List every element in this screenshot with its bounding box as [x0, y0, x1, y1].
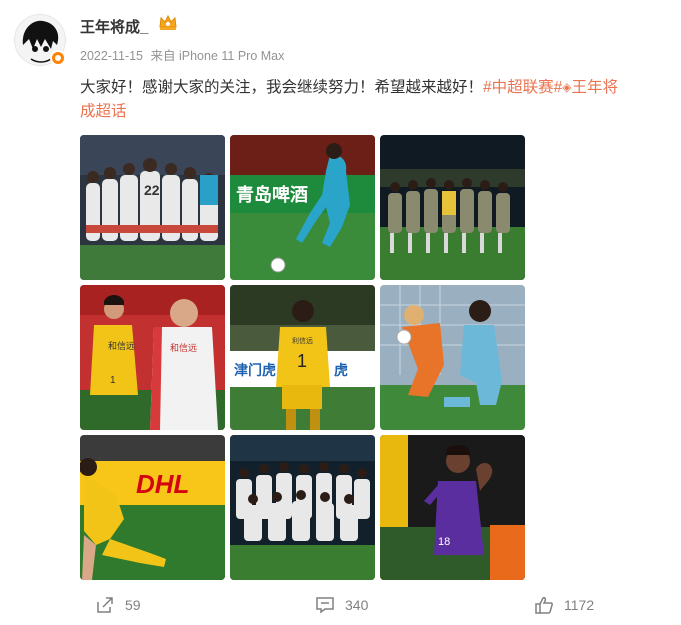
svg-text:1: 1: [110, 375, 116, 386]
super-topic-icon: ◈: [562, 80, 572, 94]
hashtag-link[interactable]: #中超联赛#: [483, 79, 562, 96]
svg-text:利信远: 利信远: [292, 336, 313, 345]
share-count: 59: [125, 597, 141, 613]
post-date[interactable]: 2022-11-15: [80, 49, 143, 63]
photo-7[interactable]: DHL: [80, 435, 225, 580]
crown-vip-icon: [159, 14, 177, 30]
photo-4[interactable]: 和信远 1 和信远: [80, 285, 225, 430]
verified-badge-icon: [50, 50, 66, 66]
post-text: 大家好！感谢大家的关注，我会继续努力！希望越来越好！#中超联赛#◈王年将 成超话: [80, 75, 670, 124]
share-icon: [97, 597, 113, 613]
svg-text:1: 1: [297, 351, 307, 371]
like-count: 1172: [564, 597, 595, 613]
thumbs-up-icon: [535, 597, 553, 614]
image-grid: 22 青岛啤酒 和信远 1 和信远 津门虎 虎 利信远 1 DHL 18: [80, 135, 526, 581]
svg-text:虎: 虎: [334, 362, 348, 379]
photo-1[interactable]: 22: [80, 135, 225, 280]
photo-3[interactable]: [380, 135, 525, 280]
photo-9[interactable]: 18: [380, 435, 525, 580]
post-source: 来自 iPhone 11 Pro Max: [150, 49, 285, 63]
photo-5[interactable]: 津门虎 虎 利信远 1: [230, 285, 375, 430]
share-button[interactable]: 59: [95, 590, 141, 620]
comment-count: 340: [345, 597, 369, 613]
comment-button[interactable]: 340: [315, 590, 368, 620]
action-bar: 59 340 1172: [0, 590, 681, 620]
banner-text: 青岛啤酒: [236, 184, 308, 206]
svg-text:DHL: DHL: [136, 469, 189, 499]
post-body: 大家好！感谢大家的关注，我会继续努力！希望越来越好！: [80, 79, 484, 96]
svg-text:和信远: 和信远: [170, 342, 197, 354]
photo-6[interactable]: [380, 285, 525, 430]
comment-icon: [316, 597, 334, 614]
photo-2[interactable]: 青岛啤酒: [230, 135, 375, 280]
svg-text:津门虎: 津门虎: [234, 362, 276, 379]
username[interactable]: 王年将成_: [80, 16, 148, 37]
svg-text:18: 18: [438, 536, 450, 548]
svg-text:和信远: 和信远: [108, 340, 135, 352]
svg-text:22: 22: [144, 182, 160, 198]
photo-8[interactable]: [230, 435, 375, 580]
like-button[interactable]: 1172: [534, 590, 594, 620]
post-meta: 2022-11-15 来自 iPhone 11 Pro Max: [80, 45, 288, 64]
